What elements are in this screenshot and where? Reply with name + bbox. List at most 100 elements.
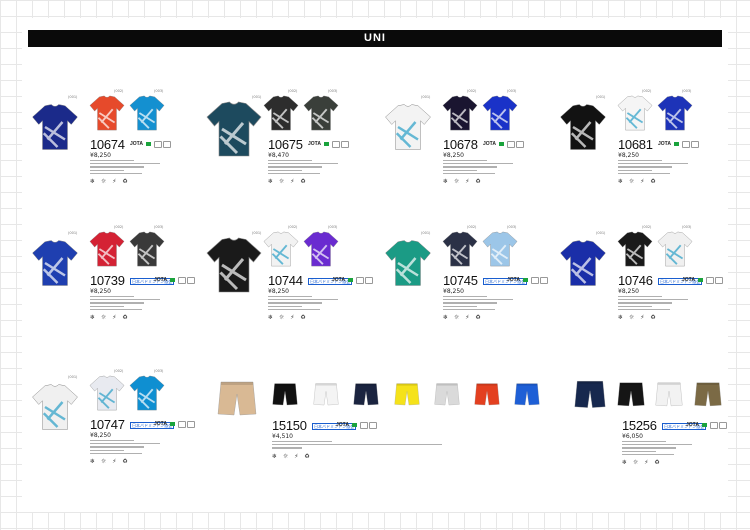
jota-logo: JOTA bbox=[308, 141, 321, 147]
spec-text-line bbox=[268, 163, 338, 165]
shorts-image[interactable] bbox=[655, 378, 683, 410]
color-code[interactable]: (002) bbox=[114, 225, 123, 229]
shirt-image[interactable] bbox=[128, 92, 166, 134]
color-code[interactable]: (003) bbox=[682, 89, 691, 93]
shirt-graphic bbox=[657, 231, 693, 267]
shirt-image[interactable] bbox=[656, 228, 694, 270]
jba-approved-badge: 日本バドミントン協会 bbox=[658, 278, 703, 285]
color-code[interactable]: (003) bbox=[154, 225, 163, 229]
spec-text-line bbox=[90, 163, 160, 165]
color-code[interactable]: (002) bbox=[642, 225, 651, 229]
color-code[interactable]: (001) bbox=[596, 231, 605, 235]
shirt-image[interactable] bbox=[383, 98, 433, 156]
spec-text-line bbox=[443, 305, 477, 307]
spec-text-line bbox=[443, 166, 497, 168]
jota-logo: JOTA bbox=[130, 141, 143, 147]
spec-text-line bbox=[443, 302, 497, 304]
color-code[interactable]: (001) bbox=[68, 95, 77, 99]
spec-text-line bbox=[618, 169, 652, 171]
jota-logo: JOTA bbox=[682, 277, 695, 283]
shorts-image[interactable] bbox=[617, 378, 645, 410]
shirt-graphic bbox=[482, 231, 518, 267]
shirt-image[interactable] bbox=[441, 92, 479, 134]
shirt-image[interactable] bbox=[204, 98, 264, 160]
shirt-image[interactable] bbox=[88, 372, 126, 414]
shirt-graphic bbox=[385, 104, 431, 150]
shirt-image[interactable] bbox=[481, 228, 519, 270]
shirt-image[interactable] bbox=[383, 234, 433, 292]
color-code[interactable]: (002) bbox=[288, 89, 297, 93]
spec-text-line bbox=[90, 446, 144, 448]
shirt-image[interactable] bbox=[88, 92, 126, 134]
color-code[interactable]: (003) bbox=[328, 89, 337, 93]
shirt-image[interactable] bbox=[30, 234, 80, 292]
shirt-graphic bbox=[206, 237, 262, 293]
shirt-image[interactable] bbox=[616, 92, 654, 134]
color-code[interactable]: (001) bbox=[596, 95, 605, 99]
color-code[interactable]: (001) bbox=[68, 231, 77, 235]
size-icon bbox=[332, 141, 340, 148]
shirt-image[interactable] bbox=[30, 378, 80, 436]
spec-text-line bbox=[268, 302, 322, 304]
shirt-image[interactable] bbox=[88, 228, 126, 270]
color-code[interactable]: (003) bbox=[328, 225, 337, 229]
shorts-image[interactable] bbox=[694, 378, 722, 410]
shirt-image[interactable] bbox=[656, 92, 694, 134]
color-code[interactable]: (001) bbox=[68, 375, 77, 379]
shorts-image[interactable] bbox=[474, 378, 500, 410]
color-code[interactable]: (001) bbox=[421, 231, 430, 235]
shirt-image[interactable] bbox=[441, 228, 479, 270]
shirt-image[interactable] bbox=[302, 228, 340, 270]
spec-text-line bbox=[618, 172, 670, 175]
product-price: ¥8,250 bbox=[90, 152, 111, 159]
shorts-image[interactable] bbox=[434, 378, 460, 410]
size-icon bbox=[531, 277, 539, 284]
color-code[interactable]: (002) bbox=[642, 89, 651, 93]
shorts-image[interactable] bbox=[353, 378, 379, 410]
product-code: 10746 bbox=[618, 273, 653, 288]
color-code[interactable]: (002) bbox=[467, 89, 476, 93]
shorts-image[interactable] bbox=[216, 378, 258, 418]
spec-text-line bbox=[272, 444, 442, 446]
shirt-image[interactable] bbox=[262, 228, 300, 270]
shirt-image[interactable] bbox=[558, 98, 608, 156]
shirt-image[interactable] bbox=[128, 372, 166, 414]
color-code[interactable]: (001) bbox=[252, 95, 261, 99]
jba-approved-badge: 日本バドミントン協会 bbox=[308, 278, 353, 285]
color-code[interactable]: (002) bbox=[114, 89, 123, 93]
product-price: ¥8,470 bbox=[268, 152, 289, 159]
shorts-image[interactable] bbox=[572, 378, 608, 410]
product-code: 15150 bbox=[272, 418, 307, 433]
shirt-image[interactable] bbox=[558, 234, 608, 292]
color-code[interactable]: (003) bbox=[682, 225, 691, 229]
eco-mark-icon bbox=[674, 142, 679, 146]
shirt-image[interactable] bbox=[204, 234, 264, 296]
size-icon bbox=[178, 421, 186, 428]
color-code[interactable]: (003) bbox=[154, 89, 163, 93]
shorts-image[interactable] bbox=[272, 378, 298, 410]
shorts-graphic bbox=[272, 383, 298, 406]
product-price: ¥8,250 bbox=[268, 288, 289, 295]
shirt-image[interactable] bbox=[262, 92, 300, 134]
shirt-image[interactable] bbox=[128, 228, 166, 270]
color-code[interactable]: (003) bbox=[154, 369, 163, 373]
shirt-image[interactable] bbox=[481, 92, 519, 134]
color-code[interactable]: (001) bbox=[252, 231, 261, 235]
size-icon bbox=[365, 277, 373, 284]
shirt-image[interactable] bbox=[616, 228, 654, 270]
shorts-image[interactable] bbox=[313, 378, 339, 410]
color-code[interactable]: (003) bbox=[507, 89, 516, 93]
color-code[interactable]: (002) bbox=[467, 225, 476, 229]
color-code[interactable]: (002) bbox=[114, 369, 123, 373]
product-code: 10681 bbox=[618, 137, 653, 152]
shirt-image[interactable] bbox=[302, 92, 340, 134]
shorts-image[interactable] bbox=[394, 378, 420, 410]
shorts-image[interactable] bbox=[514, 378, 540, 410]
color-code[interactable]: (003) bbox=[507, 225, 516, 229]
color-code[interactable]: (001) bbox=[421, 95, 430, 99]
shirt-graphic bbox=[657, 95, 693, 131]
color-code[interactable]: (002) bbox=[288, 225, 297, 229]
shirt-image[interactable] bbox=[30, 98, 80, 156]
shirt-graphic bbox=[89, 231, 125, 267]
eco-mark-icon bbox=[523, 278, 528, 282]
